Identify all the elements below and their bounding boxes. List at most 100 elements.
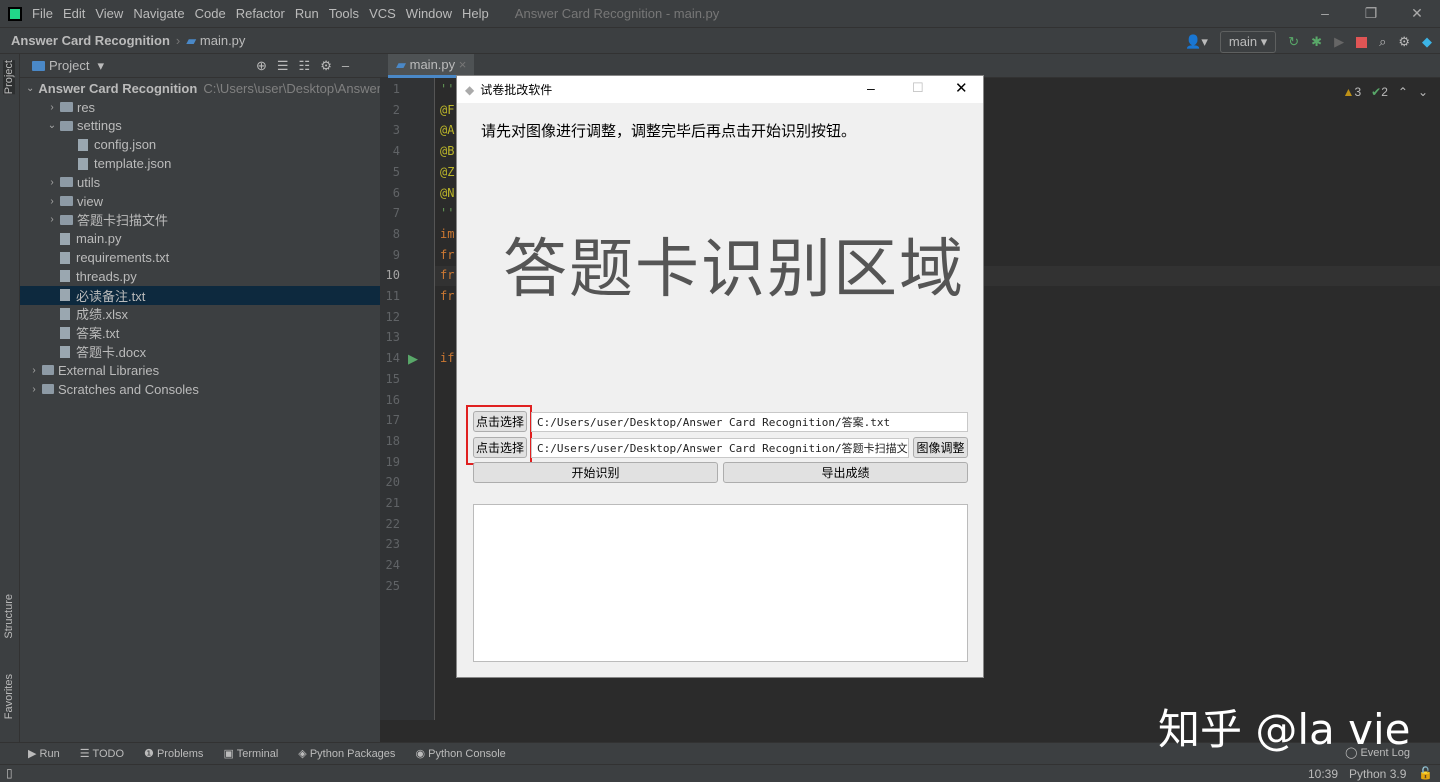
tree-item[interactable]: ›res — [20, 98, 380, 117]
line-number: 11 — [380, 289, 400, 303]
pycharm-logo-icon — [8, 7, 22, 21]
dialog-minimize-button[interactable]: – — [867, 80, 875, 96]
caret-position[interactable]: 10:39 — [1308, 767, 1338, 781]
expand-arrow-icon[interactable]: › — [44, 102, 60, 113]
vcs-user-icon[interactable]: 👤▾ — [1185, 34, 1208, 50]
image-adjust-button[interactable]: 图像调整 — [913, 437, 968, 458]
toolbox-icon[interactable]: ◆ — [1422, 34, 1432, 50]
dialog-maximize-button[interactable]: ☐ — [912, 80, 924, 96]
python-file-icon: ▰ — [186, 33, 196, 49]
line-number: 3 — [380, 123, 400, 137]
panel-toolbar-icons[interactable]: ⊕☰☷⚙– — [256, 58, 359, 74]
menu-edit[interactable]: Edit — [63, 6, 85, 21]
tree-item[interactable]: 成绩.xlsx — [20, 305, 380, 324]
expand-arrow-icon[interactable]: ⌄ — [44, 120, 60, 131]
run-gutter-icon[interactable]: ▶ — [408, 351, 418, 367]
external-libraries[interactable]: ›External Libraries — [20, 361, 380, 380]
answer-path-input[interactable]: C:/Users/user/Desktop/Answer Card Recogn… — [531, 412, 968, 432]
inspection-widget[interactable]: ▲3 ✔2 ⌃⌄ — [1343, 85, 1428, 99]
menu-view[interactable]: View — [95, 6, 123, 21]
menu-navigate[interactable]: Navigate — [133, 6, 184, 21]
tree-item[interactable]: ⌄settings — [20, 117, 380, 136]
tree-item[interactable]: 必读备注.txt — [20, 286, 380, 305]
export-scores-button[interactable]: 导出成绩 — [723, 462, 968, 483]
search-icon[interactable]: ⌕ — [1379, 34, 1386, 50]
line-number: 14 — [380, 351, 400, 365]
tree-item-label: 答题卡.docx — [76, 342, 146, 361]
instruction-text: 请先对图像进行调整，调整完毕后再点击开始识别按钮。 — [481, 120, 856, 141]
watermark: 知乎 @la vie — [1158, 696, 1410, 757]
tree-item[interactable]: requirements.txt — [20, 248, 380, 267]
scan-folder-path-input[interactable]: C:/Users/user/Desktop/Answer Card Recogn… — [531, 438, 909, 458]
maximize-button[interactable]: ❐ — [1348, 5, 1394, 22]
tree-item[interactable]: template.json — [20, 154, 380, 173]
close-tab-icon[interactable]: × — [459, 57, 467, 72]
scratches-and-consoles[interactable]: ›Scratches and Consoles — [20, 380, 380, 399]
expand-arrow-icon[interactable]: › — [44, 196, 60, 207]
breadcrumb-file[interactable]: main.py — [200, 33, 246, 48]
line-number: 22 — [380, 517, 400, 531]
line-number: 21 — [380, 496, 400, 510]
menu-code[interactable]: Code — [195, 6, 226, 21]
interpreter-status[interactable]: Python 3.9 — [1349, 767, 1406, 781]
project-tool-tab[interactable]: Project — [3, 60, 15, 94]
rerun-icon[interactable]: ↻ — [1288, 34, 1299, 50]
start-recognition-button[interactable]: 开始识别 — [473, 462, 718, 483]
file-icon — [60, 327, 70, 339]
recognition-area: 答题卡识别区域 — [503, 218, 965, 310]
folder-icon — [60, 121, 73, 131]
project-view-select[interactable]: Project — [49, 58, 89, 73]
menu-run[interactable]: Run — [295, 6, 319, 21]
dialog-close-button[interactable]: ✕ — [955, 79, 968, 97]
tool-problems[interactable]: ❶ Problems — [144, 747, 203, 760]
menu-tools[interactable]: Tools — [329, 6, 359, 21]
stop-icon[interactable] — [1356, 37, 1367, 48]
tree-item[interactable]: threads.py — [20, 267, 380, 286]
tree-item[interactable]: config.json — [20, 135, 380, 154]
menu-vcs[interactable]: VCS — [369, 6, 396, 21]
menu-refactor[interactable]: Refactor — [236, 6, 285, 21]
tool-run[interactable]: ▶ Run — [28, 747, 60, 760]
tool-python-packages[interactable]: ◈ Python Packages — [298, 747, 395, 760]
line-number: 5 — [380, 165, 400, 179]
select-answer-button[interactable]: 点击选择 — [473, 411, 527, 432]
menu-help[interactable]: Help — [462, 6, 489, 21]
menu-window[interactable]: Window — [406, 6, 452, 21]
lock-icon[interactable]: 🔓 — [1418, 766, 1433, 780]
minimize-button[interactable]: – — [1302, 5, 1348, 22]
tool-todo[interactable]: ☰ TODO — [80, 747, 124, 760]
tool-icon: ◉ — [415, 748, 425, 760]
code-line: im — [440, 227, 454, 241]
file-icon — [60, 346, 70, 358]
tool-icon: ☰ — [80, 748, 90, 760]
tool-python-console[interactable]: ◉ Python Console — [415, 747, 505, 760]
tree-item[interactable]: 答题卡.docx — [20, 342, 380, 361]
expand-arrow-icon[interactable]: › — [44, 214, 60, 225]
debug-icon[interactable]: ✱ — [1311, 34, 1322, 50]
favorites-tool-tab[interactable]: Favorites — [3, 674, 15, 719]
tool-terminal[interactable]: ▣ Terminal — [223, 747, 278, 760]
select-scan-folder-button[interactable]: 点击选择 — [473, 437, 527, 458]
gear-icon[interactable]: ⚙ — [1398, 34, 1410, 50]
tree-item[interactable]: main.py — [20, 229, 380, 248]
project-panel-header: Project▾ ⊕☰☷⚙– — [20, 54, 380, 78]
output-textarea[interactable] — [473, 504, 968, 662]
tree-item-label: utils — [77, 175, 100, 190]
line-number: 7 — [380, 206, 400, 220]
structure-tool-tab[interactable]: Structure — [3, 594, 15, 639]
breadcrumb-project[interactable]: Answer Card Recognition — [11, 33, 170, 48]
tree-root[interactable]: ⌄Answer Card RecognitionC:\Users\user\De… — [20, 79, 380, 98]
tree-item-label: view — [77, 194, 103, 209]
tree-item[interactable]: 答案.txt — [20, 323, 380, 342]
coverage-icon[interactable]: ▶ — [1334, 34, 1344, 50]
dialog-title: 试卷批改软件 — [480, 81, 552, 98]
tree-item-label: threads.py — [76, 269, 137, 284]
menu-file[interactable]: File — [32, 6, 53, 21]
tree-item[interactable]: › view — [20, 192, 380, 211]
tree-item[interactable]: ›答题卡扫描文件 — [20, 211, 380, 230]
run-config-select[interactable]: main ▾ — [1220, 31, 1276, 53]
expand-arrow-icon[interactable]: › — [44, 177, 60, 188]
tree-item[interactable]: › utils — [20, 173, 380, 192]
layout-icon[interactable]: ▯ — [6, 766, 13, 780]
close-button[interactable]: ✕ — [1394, 5, 1440, 22]
